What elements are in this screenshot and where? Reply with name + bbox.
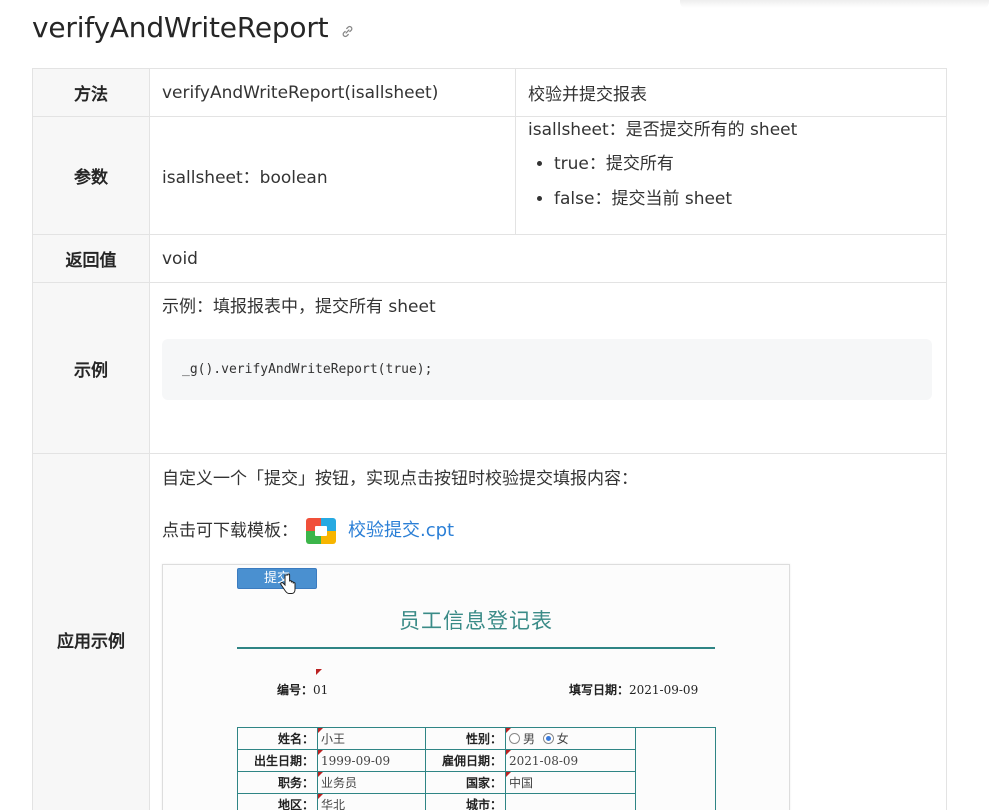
- form-label: 职务：: [237, 771, 318, 794]
- form-label: 出生日期：: [237, 749, 318, 772]
- returns-header: 返回值: [32, 234, 150, 283]
- form-value: [505, 793, 636, 810]
- example-cell: 示例：填报报表中，提交所有 sheet _g().verifyAndWriteR…: [149, 282, 947, 454]
- form-date-label: 填写日期：: [569, 683, 630, 697]
- form-value: 1999-09-09: [317, 749, 426, 772]
- returns-row: 返回值 void: [32, 234, 947, 283]
- param-type: isallsheet：boolean: [149, 116, 516, 235]
- cpt-template-icon: [306, 518, 336, 544]
- code-text: _g().verifyAndWriteReport(true);: [182, 362, 433, 377]
- form-label: 城市：: [425, 793, 506, 810]
- api-doc-table: 方法 verifyAndWriteReport(isallsheet) 校验并提…: [32, 68, 947, 810]
- form-label: 姓名：: [237, 727, 318, 750]
- marker-triangle: [316, 669, 322, 675]
- form-label: 地区：: [237, 793, 318, 810]
- page-title: verifyAndWriteReport: [32, 8, 355, 48]
- example-header: 示例: [32, 282, 150, 454]
- form-label: 雇佣日期：: [425, 749, 506, 772]
- param-desc-text: isallsheet：是否提交所有的 sheet: [528, 120, 798, 140]
- param-options-list: true：提交所有 false：提交当前 sheet: [528, 151, 934, 212]
- photo-cell: [635, 727, 716, 810]
- form-label: 性别：: [425, 727, 506, 750]
- radio-female-icon: [542, 733, 554, 744]
- form-date-value: 2021-09-09: [629, 683, 699, 697]
- radio-male-icon: [509, 733, 520, 744]
- download-prefix: 点击可下载模板：: [162, 521, 298, 541]
- params-row: 参数 isallsheet：boolean isallsheet：是否提交所有的…: [32, 116, 947, 235]
- app-example-intro: 自定义一个「提交」按钮，实现点击按钮时校验提交填报内容：: [162, 469, 638, 489]
- app-example-cell: 自定义一个「提交」按钮，实现点击按钮时校验提交填报内容： 点击可下载模板： 校验…: [149, 453, 947, 810]
- method-signature: verifyAndWriteReport(isallsheet): [149, 68, 516, 117]
- param-option-false: false：提交当前 sheet: [554, 186, 934, 212]
- example-text: 示例：填报报表中，提交所有 sheet: [162, 297, 436, 317]
- method-description: 校验并提交报表: [515, 68, 947, 117]
- top-bar-shadow: [680, 0, 989, 8]
- form-id-value: 01: [313, 683, 329, 697]
- download-row: 点击可下载模板： 校验提交.cpt: [162, 516, 934, 546]
- param-option-true: true：提交所有: [554, 151, 934, 177]
- form-value: 2021-08-09: [505, 749, 636, 772]
- app-example-row: 应用示例 自定义一个「提交」按钮，实现点击按钮时校验提交填报内容： 点击可下载模…: [32, 453, 947, 810]
- method-header: 方法: [32, 68, 150, 117]
- returns-value: void: [149, 234, 947, 283]
- form-label: 国家：: [425, 771, 506, 794]
- form-date: 填写日期：2021-09-09: [569, 681, 698, 698]
- form-id-label: 编号：: [277, 683, 314, 697]
- form-title-rule: [237, 647, 715, 649]
- param-description: isallsheet：是否提交所有的 sheet true：提交所有 false…: [515, 116, 947, 235]
- page-title-text: verifyAndWriteReport: [32, 11, 329, 44]
- radio-male-label: 男: [523, 732, 536, 746]
- template-download-link[interactable]: 校验提交.cpt: [348, 516, 454, 546]
- params-header: 参数: [32, 116, 150, 235]
- method-row: 方法 verifyAndWriteReport(isallsheet) 校验并提…: [32, 68, 947, 117]
- preview-submit-button: 提交: [237, 568, 317, 589]
- form-id: 编号：01: [277, 681, 328, 698]
- form-value: 华北: [317, 793, 426, 810]
- radio-female-label: 女: [556, 732, 569, 746]
- form-row: 姓名： 小王 性别： 男 女: [237, 727, 716, 810]
- form-value: 小王: [317, 727, 426, 750]
- form-value: 中国: [505, 771, 636, 794]
- example-row: 示例 示例：填报报表中，提交所有 sheet _g().verifyAndWri…: [32, 282, 947, 454]
- employee-form-grid: 姓名： 小王 性别： 男 女 出生日期： 1999-09-09 雇佣日期： 20…: [237, 727, 716, 810]
- app-example-header: 应用示例: [32, 453, 150, 810]
- code-block[interactable]: _g().verifyAndWriteReport(true);: [162, 339, 932, 400]
- hand-cursor-icon: [280, 573, 296, 594]
- anchor-link-icon[interactable]: [340, 24, 355, 39]
- gender-radio-group: 男 女: [505, 727, 636, 750]
- form-value: 业务员: [317, 771, 426, 794]
- form-title: 员工信息登记表: [399, 609, 553, 633]
- report-preview-image: 提交 员工信息登记表 编号：01 填写日期：2021-09-09 姓名： 小王: [162, 564, 790, 810]
